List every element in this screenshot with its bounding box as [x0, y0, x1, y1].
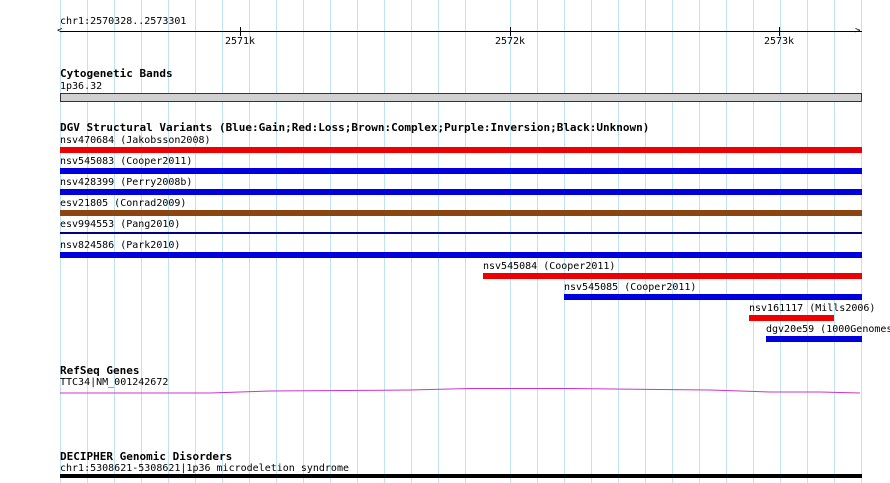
grid-line: [807, 0, 808, 483]
variant-bar[interactable]: [60, 168, 862, 174]
variant-bar[interactable]: [60, 189, 862, 195]
grid-line: [276, 0, 277, 483]
variant-bar[interactable]: [749, 315, 834, 321]
grid-line: [591, 0, 592, 483]
variant-label: nsv428399 (Perry2008b): [60, 177, 193, 188]
variant-label: nsv161117 (Mills2006): [749, 303, 876, 314]
ruler-axis: [60, 31, 862, 32]
grid-line: [672, 0, 673, 483]
grid-line: [699, 0, 700, 483]
ruler-tick: [240, 27, 241, 36]
refseq-gene-glyph[interactable]: [60, 385, 862, 397]
grid-line: [330, 0, 331, 483]
grid-line: [465, 0, 466, 483]
grid-line: [780, 0, 781, 483]
variant-label: nsv545084 (Cooper2011): [483, 261, 616, 272]
grid-line: [564, 0, 565, 483]
grid-line: [537, 0, 538, 483]
decipher-track-title: DECIPHER Genomic Disorders: [60, 450, 233, 463]
ruler-tick: [779, 27, 780, 36]
variant-bar[interactable]: [483, 273, 862, 279]
variant-label: nsv545083 (Cooper2011): [60, 156, 193, 167]
grid-line: [249, 0, 250, 483]
dgv-track-title: DGV Structural Variants (Blue:Gain;Red:L…: [60, 121, 650, 134]
ruler-location: chr1:2570328..2573301: [60, 16, 187, 27]
ruler-tick-label: 2572k: [494, 36, 526, 47]
grid-line: [834, 0, 835, 483]
ruler-left-arrow-icon: <: [57, 26, 63, 36]
refseq-track-title: RefSeq Genes: [60, 364, 140, 377]
grid-line: [438, 0, 439, 483]
grid-line: [510, 0, 511, 483]
variant-label: nsv824586 (Park2010): [60, 240, 181, 251]
grid-line: [384, 0, 385, 483]
variant-bar[interactable]: [60, 252, 862, 258]
cytoband-label: 1p36.32: [60, 81, 103, 92]
variant-label: nsv545085 (Cooper2011): [564, 282, 697, 293]
ruler-right-arrow-icon: >: [855, 26, 861, 36]
grid-line: [753, 0, 754, 483]
decipher-bar[interactable]: [60, 474, 862, 478]
grid-line: [195, 0, 196, 483]
grid-line: [645, 0, 646, 483]
variant-bar[interactable]: [60, 147, 862, 153]
ruler-tick-label: 2573k: [763, 36, 795, 47]
variant-label: dgv20e59 (1000Genomes: [766, 324, 890, 335]
grid-line: [411, 0, 412, 483]
variant-label: nsv470684 (Jakobsson2008): [60, 135, 211, 146]
grid-line: [726, 0, 727, 483]
grid-line: [222, 0, 223, 483]
ruler-tick-label: 2571k: [224, 36, 256, 47]
decipher-region-label: chr1:5308621-5308621|1p36 microdeletion …: [60, 463, 349, 474]
grid-line: [357, 0, 358, 483]
variant-bar[interactable]: [60, 210, 862, 216]
cytoband-bar[interactable]: [60, 93, 862, 102]
variant-bar[interactable]: [564, 294, 862, 300]
variant-label: esv21805 (Conrad2009): [60, 198, 187, 209]
grid-line: [303, 0, 304, 483]
ruler-tick: [510, 27, 511, 36]
variant-label: esv994553 (Pang2010): [60, 219, 181, 230]
variant-bar[interactable]: [60, 232, 862, 234]
genome-browser: chr1:2570328..2573301 < > 2571k 2572k 25…: [0, 0, 890, 483]
variant-bar[interactable]: [766, 336, 862, 342]
cytoband-track-title: Cytogenetic Bands: [60, 67, 173, 80]
grid-line: [618, 0, 619, 483]
gene-intron-line: [60, 388, 861, 394]
grid-line: [861, 0, 862, 483]
